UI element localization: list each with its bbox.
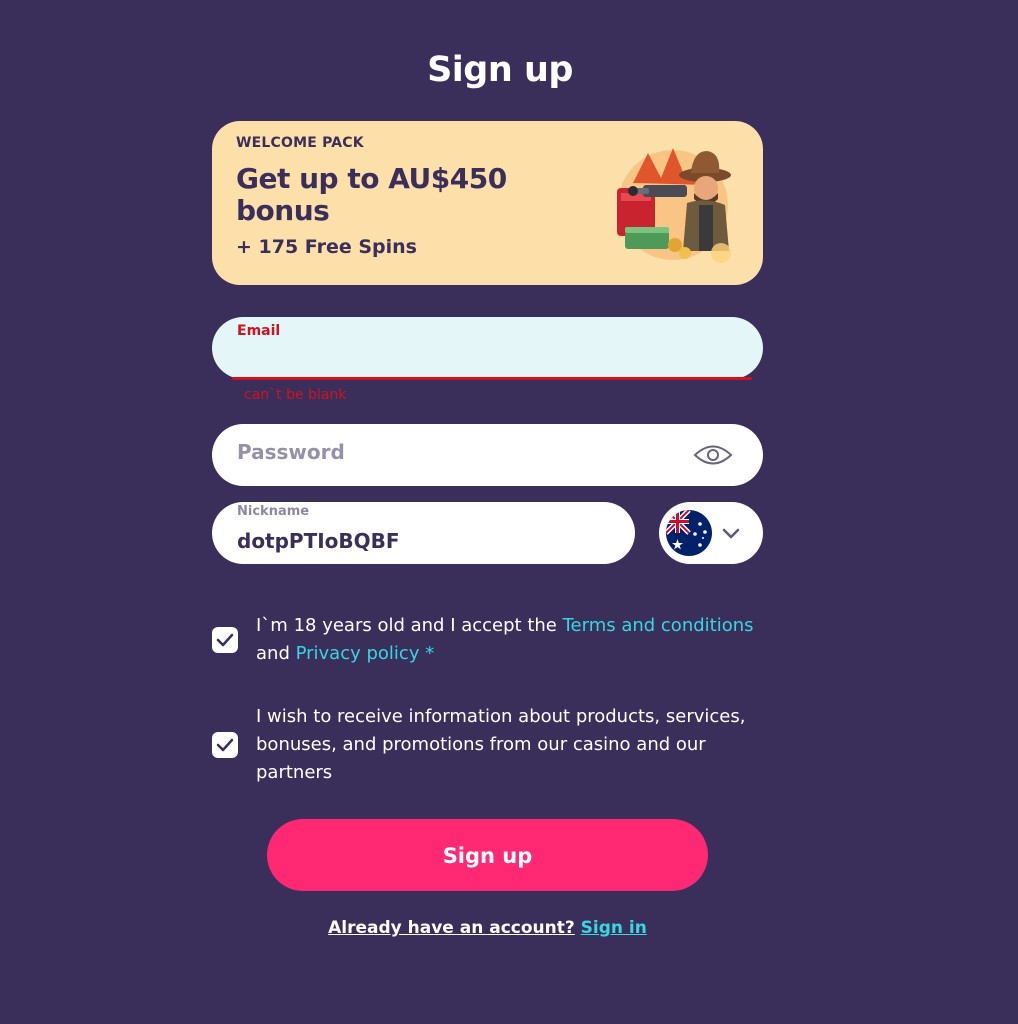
promo-label: WELCOME PACK (236, 135, 364, 151)
welcome-pack-banner[interactable]: WELCOME PACK Get up to AU$450 bonus + 17… (212, 121, 763, 285)
already-have-account-text[interactable]: Already have an account? (328, 918, 575, 938)
email-error-underline (232, 377, 752, 380)
privacy-policy-link[interactable]: Privacy policy * (296, 643, 435, 664)
sign-up-button[interactable]: Sign up (267, 819, 708, 891)
terms-consent-row: I`m 18 years old and I accept the Terms … (212, 612, 763, 668)
country-select[interactable] (659, 502, 763, 564)
nickname-field[interactable]: Nickname dotpPTIoBQBF (212, 502, 635, 564)
email-label: Email (237, 323, 281, 339)
australia-flag-icon (666, 510, 712, 556)
email-field[interactable]: Email (212, 317, 763, 379)
terms-link[interactable]: Terms and conditions (563, 615, 754, 636)
page-title: Sign up (427, 50, 573, 90)
promo-headline: Get up to AU$450 bonus (236, 162, 507, 227)
nickname-label: Nickname (237, 504, 310, 519)
cowboy-bonus-illustration (617, 148, 731, 263)
terms-checkbox[interactable] (212, 627, 238, 653)
chevron-down-icon (722, 528, 740, 539)
email-error-message: can`t be blank (244, 387, 347, 403)
marketing-checkbox[interactable] (212, 732, 238, 758)
promo-free-spins: + 175 Free Spins (236, 236, 417, 258)
sign-in-link[interactable]: Sign in (581, 918, 647, 938)
checkmark-icon (216, 738, 234, 752)
terms-consent-text: I`m 18 years old and I accept the Terms … (256, 612, 756, 668)
password-field[interactable]: Password (212, 424, 763, 486)
nickname-value: dotpPTIoBQBF (237, 529, 400, 553)
terms-text-mid: and (256, 643, 296, 664)
sign-in-prompt: Already have an account? Sign in (0, 918, 975, 938)
terms-text-before: I`m 18 years old and I accept the (256, 615, 563, 636)
marketing-consent-row: I wish to receive information about prod… (212, 703, 763, 787)
checkmark-icon (216, 633, 234, 647)
password-placeholder: Password (237, 440, 345, 464)
eye-icon[interactable] (693, 440, 733, 470)
marketing-consent-text: I wish to receive information about prod… (256, 706, 746, 783)
